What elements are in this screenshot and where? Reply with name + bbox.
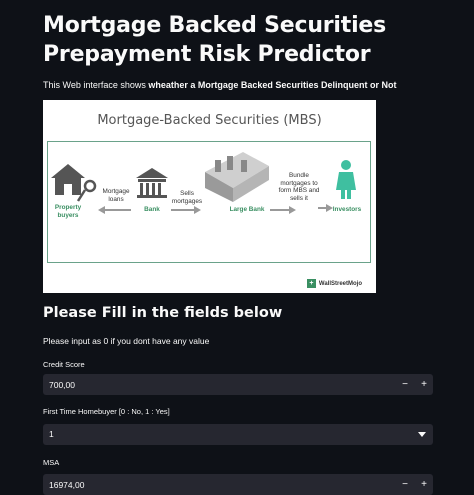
- arrow-left-icon: [98, 206, 131, 214]
- investor-icon: [336, 160, 356, 199]
- label-sells-mortgages: Sells mortgages: [171, 190, 203, 205]
- intro-bold: wheather a Mortgage Backed Securities De…: [148, 80, 397, 90]
- msa-decrement-button[interactable]: −: [396, 474, 414, 495]
- mbs-illustration: [51, 152, 356, 214]
- credit-score-field: − +: [43, 374, 433, 395]
- section-title: Please Fill in the fields below: [43, 305, 283, 321]
- msa-field: − +: [43, 474, 433, 495]
- intro-prefix: This Web interface shows: [43, 80, 149, 90]
- arrow-right-icon: [171, 206, 201, 214]
- page-title: Mortgage Backed Securities Prepayment Ri…: [43, 13, 387, 67]
- intro-text: This Web interface shows wheather a Mort…: [43, 80, 433, 90]
- bank-icon: [136, 168, 168, 198]
- msa-increment-button[interactable]: +: [415, 474, 433, 495]
- first-time-homebuyer-label: First Time Homebuyer [0 : No, 1 : Yes]: [43, 407, 170, 416]
- credit-score-increment-button[interactable]: +: [415, 374, 433, 395]
- label-property-buyers: Property buyers: [54, 204, 82, 219]
- credit-score-input[interactable]: [43, 374, 343, 395]
- large-bank-icon: [205, 152, 269, 202]
- wallstreetmojo-logo-icon: +: [306, 279, 316, 288]
- chevron-down-icon: [418, 432, 426, 437]
- label-bundle: Bundle mortgages to form MBS and sells i…: [278, 172, 320, 202]
- label-large-bank: Large Bank: [229, 206, 265, 213]
- msa-label: MSA: [43, 458, 60, 467]
- label-bank: Bank: [144, 206, 160, 213]
- credit-score-label: Credit Score: [43, 360, 85, 369]
- main-container: Mortgage Backed Securities Prepayment Ri…: [43, 0, 433, 495]
- brand-text: WallStreetMojo: [318, 280, 362, 287]
- first-time-homebuyer-value: 1: [49, 429, 54, 439]
- first-time-homebuyer-select[interactable]: 1: [43, 424, 433, 445]
- mbs-diagram-image: Mortgage-Backed Securities (MBS) Propert…: [43, 100, 376, 293]
- label-mortgage-loans: Mortgage loans: [102, 188, 130, 203]
- brand-logo: + WallStreetMojo: [306, 279, 362, 288]
- arrow-right-icon-2: [270, 206, 296, 214]
- msa-input[interactable]: [43, 474, 343, 495]
- house-icon: [51, 164, 85, 195]
- form-hint: Please input as 0 if you dont have any v…: [43, 336, 210, 346]
- credit-score-decrement-button[interactable]: −: [396, 374, 414, 395]
- label-investors: Investors: [332, 206, 362, 213]
